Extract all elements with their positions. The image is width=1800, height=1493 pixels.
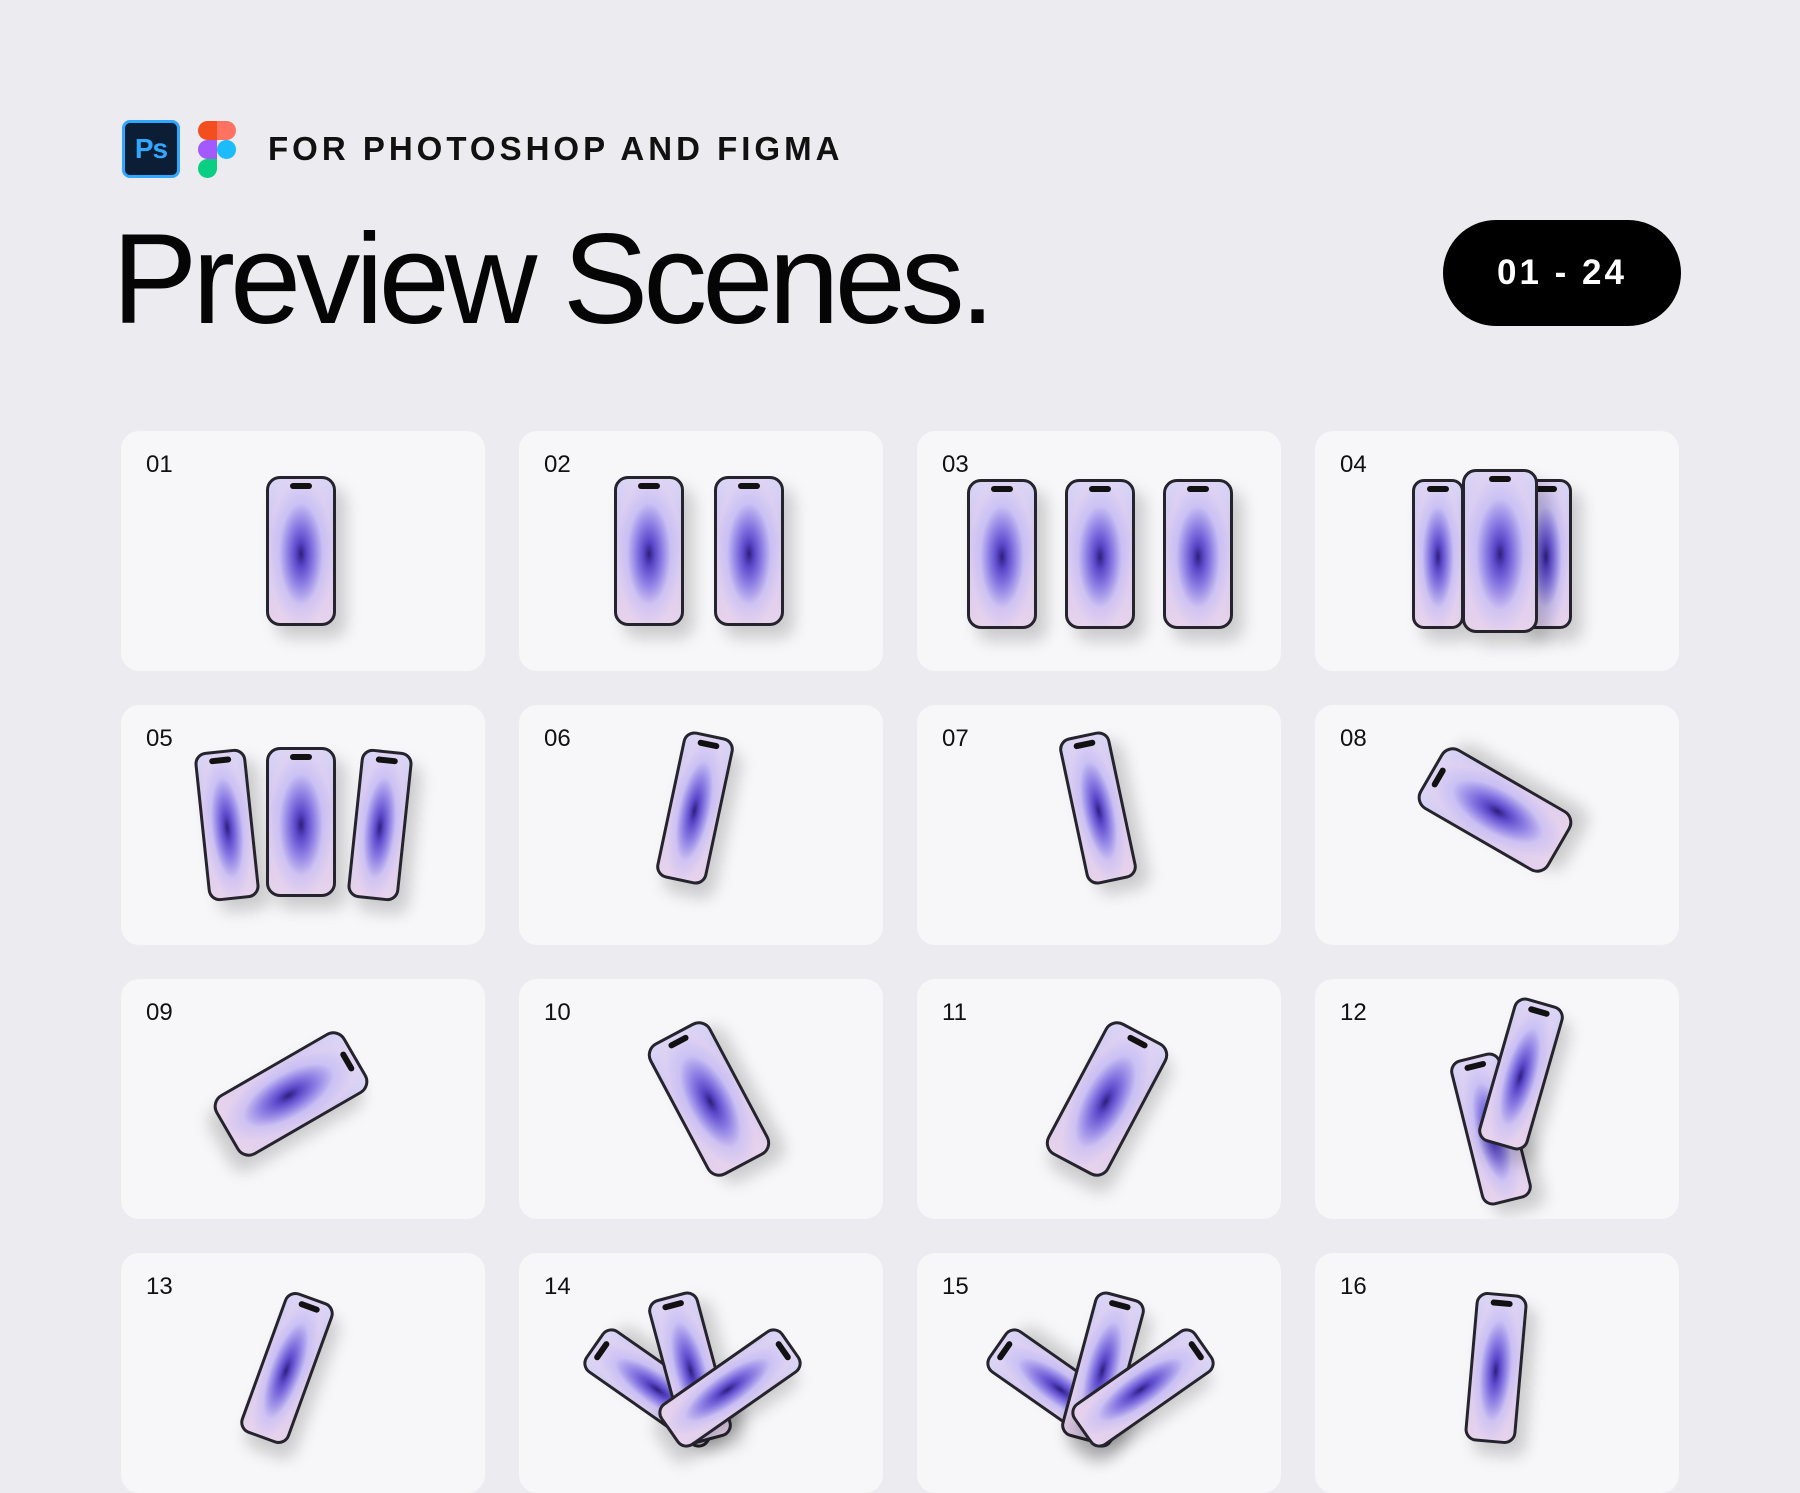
scene-card-15[interactable]: 15 [917,1253,1281,1493]
photoshop-icon: Ps [122,120,180,178]
scene-number: 12 [1340,999,1367,1026]
scene-card-07[interactable]: 07 [917,705,1281,945]
scene-number: 10 [544,999,571,1026]
scene-number: 16 [1340,1273,1367,1300]
phone-mockup-image [346,747,414,903]
scene-card-04[interactable]: 04 [1315,431,1679,671]
scene-number: 01 [146,451,173,478]
scene-number: 08 [1340,725,1367,752]
phone-mockup-image [1412,742,1578,878]
scene-card-06[interactable]: 06 [519,705,883,945]
scene-card-08[interactable]: 08 [1315,705,1679,945]
header-topline: Ps FOR PHOTOSHOP AND FIGMA [122,120,843,178]
phone-mockup-image [1412,479,1464,629]
scene-card-10[interactable]: 10 [519,979,883,1219]
scene-number: 06 [544,725,571,752]
scene-card-13[interactable]: 13 [121,1253,485,1493]
scene-card-02[interactable]: 02 [519,431,883,671]
scene-number: 04 [1340,451,1367,478]
phone-mockup-image [1056,729,1140,887]
page-title: Preview Scenes. [112,208,995,351]
scene-card-05[interactable]: 05 [121,705,485,945]
scene-number: 11 [942,999,967,1026]
phone-mockup-image [642,1016,776,1182]
phone-mockup-image [266,747,336,897]
scene-card-11[interactable]: 11 [917,979,1281,1219]
scene-number: 14 [544,1273,571,1300]
range-badge: 01 - 24 [1443,220,1681,326]
figma-icon [198,121,236,178]
phone-mockup-image [1040,1016,1174,1182]
scene-number: 15 [942,1273,969,1300]
phone-mockup-image [714,476,784,626]
scene-card-09[interactable]: 09 [121,979,485,1219]
phone-mockup-image [1163,479,1233,629]
scene-card-16[interactable]: 16 [1315,1253,1679,1493]
scene-number: 07 [942,725,969,752]
scene-number: 09 [146,999,173,1026]
phone-mockup-image [193,747,261,903]
scene-card-01[interactable]: 01 [121,431,485,671]
scene-card-03[interactable]: 03 [917,431,1281,671]
phone-mockup-image [1065,479,1135,629]
phone-mockup-image [1462,469,1538,633]
scene-card-12[interactable]: 12 [1315,979,1679,1219]
scene-number: 03 [942,451,969,478]
phone-mockup-image [653,729,737,887]
scene-card-14[interactable]: 14 [519,1253,883,1493]
phone-mockup-image [266,476,336,626]
phone-mockup-image [614,476,684,626]
phone-mockup-image [208,1026,374,1162]
phone-mockup-image [967,479,1037,629]
scene-number: 13 [146,1273,173,1300]
scene-number: 05 [146,725,173,752]
subtitle-text: FOR PHOTOSHOP AND FIGMA [268,130,844,167]
scene-number: 02 [544,451,571,478]
phone-mockup-image [236,1288,338,1448]
phone-mockup-image [1463,1291,1529,1445]
